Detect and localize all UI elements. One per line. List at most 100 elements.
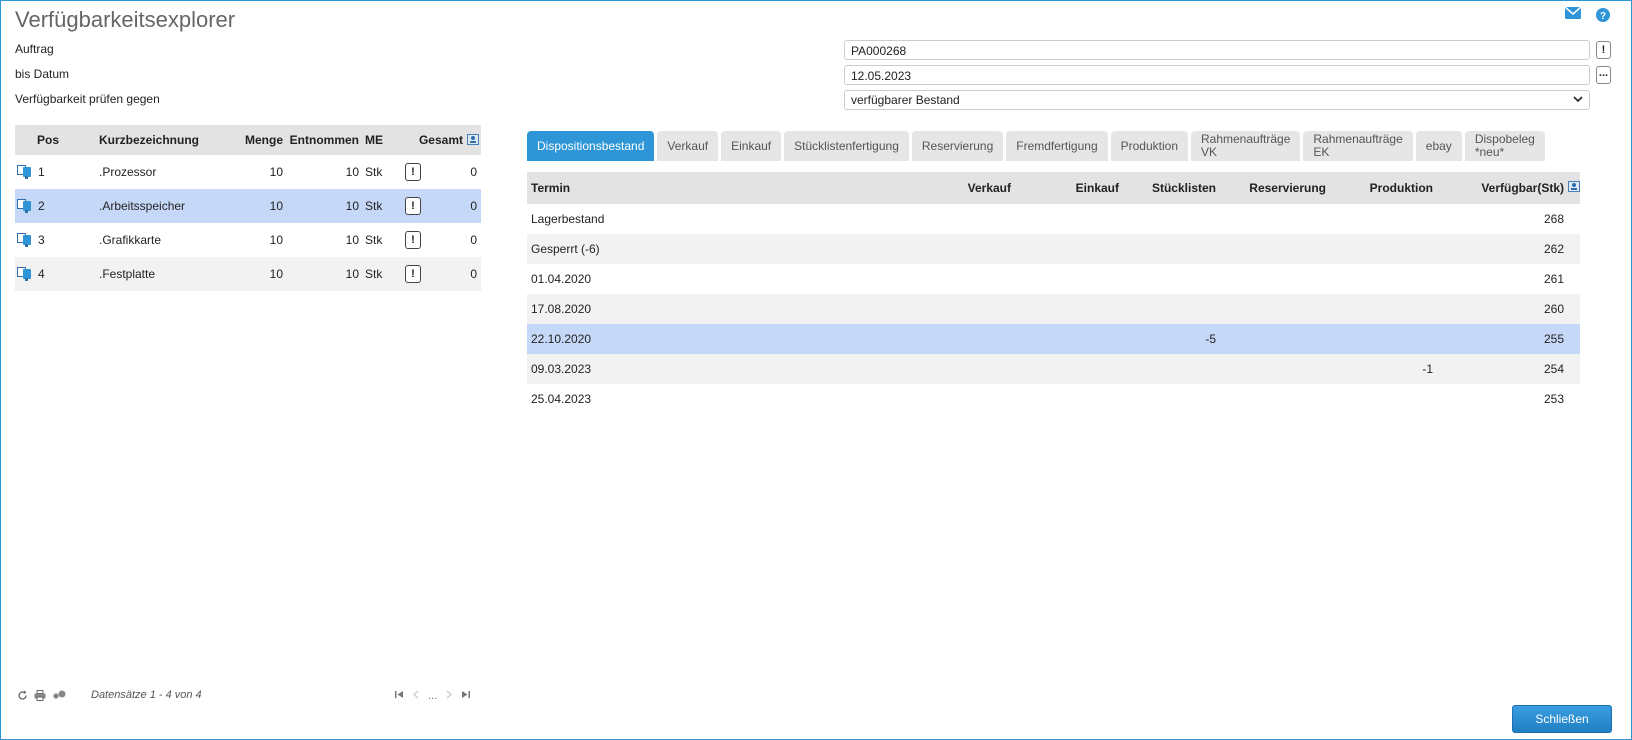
cell-entnommen: 10	[345, 165, 359, 179]
tab-label: Fremdfertigung	[1016, 138, 1098, 153]
tab-7[interactable]: Rahmenaufträge VK	[1191, 131, 1301, 161]
print-icon[interactable]	[34, 690, 46, 704]
dispo-tabs: Dispositionsbestand Verkauf Einkauf Stückli…	[527, 131, 1545, 161]
tab-9[interactable]: ebay	[1415, 131, 1462, 161]
table-row[interactable]: 25.04.2023 253	[527, 384, 1580, 414]
tab-1[interactable]: Verkauf	[657, 131, 719, 161]
warning-button[interactable]: !	[405, 163, 421, 181]
col-gesamt[interactable]: Gesamt	[419, 133, 463, 147]
tab-10[interactable]: Dispobeleg *neu*	[1464, 131, 1545, 161]
cell-termin: 09.03.2023	[531, 362, 592, 376]
table-row[interactable]: 22.10.2020 -5 255	[527, 324, 1580, 354]
cell-entnommen: 10	[345, 199, 359, 213]
col-kurzbezeichnung[interactable]: Kurzbezeichnung	[99, 133, 199, 147]
col-einkauf[interactable]: Einkauf	[1076, 181, 1119, 195]
auftrag-field[interactable]: PA000268	[844, 40, 1590, 60]
settings-icon[interactable]	[52, 690, 66, 704]
tab-label-line2: VK	[1201, 145, 1218, 159]
table-row[interactable]: 3 .Grafikkarte 10 10 Stk! 0	[15, 223, 481, 257]
column-chooser-icon[interactable]	[1568, 181, 1580, 195]
cell-verfuegbar: 254	[1543, 362, 1564, 376]
article-icon[interactable]	[17, 232, 33, 248]
cell-verfuegbar: 268	[1543, 212, 1564, 226]
col-produktion[interactable]: Produktion	[1370, 181, 1433, 195]
header-icons: ?	[1565, 7, 1611, 23]
table-row[interactable]: 17.08.2020 260	[527, 294, 1580, 324]
warning-button[interactable]: !	[405, 231, 421, 249]
col-termin[interactable]: Termin	[531, 181, 570, 195]
tab-5[interactable]: Fremdfertigung	[1006, 131, 1108, 161]
tab-6[interactable]: Produktion	[1110, 131, 1188, 161]
warning-button[interactable]: !	[405, 197, 421, 215]
mail-icon[interactable]	[1565, 7, 1581, 23]
col-entnommen[interactable]: Entnommen	[290, 133, 359, 147]
cell-gesamt: 0	[470, 199, 477, 213]
cell-verfuegbar: 262	[1543, 242, 1564, 256]
table-row[interactable]: 01.04.2020 261	[527, 264, 1580, 294]
article-icon[interactable]	[17, 198, 33, 214]
col-verkauf[interactable]: Verkauf	[968, 181, 1011, 195]
cell-kurzbezeichnung: .Festplatte	[99, 267, 156, 281]
cell-verfuegbar: 255	[1543, 332, 1564, 346]
cell-stuecklisten: -5	[1205, 332, 1216, 346]
table-row[interactable]: Lagerbestand 268	[527, 204, 1580, 234]
table-row[interactable]: 09.03.2023 -1 254	[527, 354, 1580, 384]
positions-table: Pos Kurzbezeichnung Menge Entnommen ME G…	[15, 125, 481, 291]
col-stuecklisten[interactable]: Stücklisten	[1152, 181, 1216, 195]
records-count: Datensätze 1 - 4 von 4	[91, 689, 202, 701]
table-row[interactable]: 2 .Arbeitsspeicher 10 10 Stk! 0	[15, 189, 481, 223]
help-icon[interactable]: ?	[1595, 7, 1611, 23]
article-icon[interactable]	[17, 164, 33, 180]
close-button[interactable]: Schließen	[1512, 705, 1612, 733]
cell-produktion: -1	[1422, 362, 1433, 376]
cell-me: Stk	[365, 233, 383, 247]
tab-3[interactable]: Stücklistenfertigung	[784, 131, 909, 161]
table-row[interactable]: 4 .Festplatte 10 10 Stk! 0	[15, 257, 481, 291]
cell-pos: 3	[38, 233, 45, 247]
datum-picker-button[interactable]: ...	[1596, 66, 1611, 84]
article-icon[interactable]	[17, 266, 33, 282]
tab-label: Einkauf	[731, 138, 772, 153]
tab-0[interactable]: Dispositionsbestand	[527, 131, 655, 161]
tab-8[interactable]: Rahmenaufträge EK	[1303, 131, 1413, 161]
availability-explorer-window: Verfügbarkeitsexplorer ? Auftrag PA00026…	[0, 0, 1632, 740]
tab-2[interactable]: Einkauf	[721, 131, 782, 161]
col-verfuegbar[interactable]: Verfügbar(Stk)	[1481, 181, 1564, 195]
refresh-icon[interactable]	[17, 690, 28, 704]
first-page-icon[interactable]	[395, 690, 404, 702]
chevron-down-icon	[1573, 95, 1583, 106]
col-reservierung[interactable]: Reservierung	[1249, 181, 1326, 195]
cell-kurzbezeichnung: .Prozessor	[99, 165, 157, 179]
table-row[interactable]: 1 .Prozessor 10 10 Stk! 0	[15, 155, 481, 189]
auftrag-warning-button[interactable]: !	[1596, 41, 1611, 59]
cell-menge: 10	[269, 199, 283, 213]
pruefen-label: Verfügbarkeit prüfen gegen	[15, 92, 160, 106]
last-page-icon[interactable]	[461, 690, 471, 702]
auftrag-label: Auftrag	[15, 42, 54, 56]
col-menge[interactable]: Menge	[245, 133, 283, 147]
tab-label: Dispositionsbestand	[537, 138, 645, 153]
cell-entnommen: 10	[345, 233, 359, 247]
cell-verfuegbar: 261	[1543, 272, 1564, 286]
table-row[interactable]: Gesperrt (-6) 262	[527, 234, 1580, 264]
cell-termin: 25.04.2023	[531, 392, 592, 406]
tab-4[interactable]: Reservierung	[911, 131, 1004, 161]
cell-pos: 4	[38, 267, 45, 281]
datum-field[interactable]: 12.05.2023	[844, 65, 1590, 85]
warning-button[interactable]: !	[405, 265, 421, 283]
cell-menge: 10	[269, 165, 283, 179]
pruefen-select[interactable]: verfügbarer Bestand	[844, 90, 1590, 110]
tab-label: Rahmenaufträge EK	[1313, 133, 1402, 159]
column-chooser-icon[interactable]	[467, 134, 479, 148]
prev-page-icon[interactable]	[413, 690, 419, 702]
positions-footer: Datensätze 1 - 4 von 4 ...	[15, 688, 481, 706]
cell-gesamt: 0	[470, 233, 477, 247]
svg-text:?: ?	[1600, 11, 1606, 22]
col-me[interactable]: ME	[365, 133, 383, 147]
positions-table-header: Pos Kurzbezeichnung Menge Entnommen ME G…	[15, 125, 481, 155]
cell-termin: Lagerbestand	[531, 212, 605, 226]
col-pos[interactable]: Pos	[37, 133, 59, 147]
next-page-icon[interactable]	[446, 690, 453, 702]
cell-termin: Gesperrt (-6)	[531, 242, 600, 256]
tab-label: Stücklistenfertigung	[794, 138, 899, 153]
